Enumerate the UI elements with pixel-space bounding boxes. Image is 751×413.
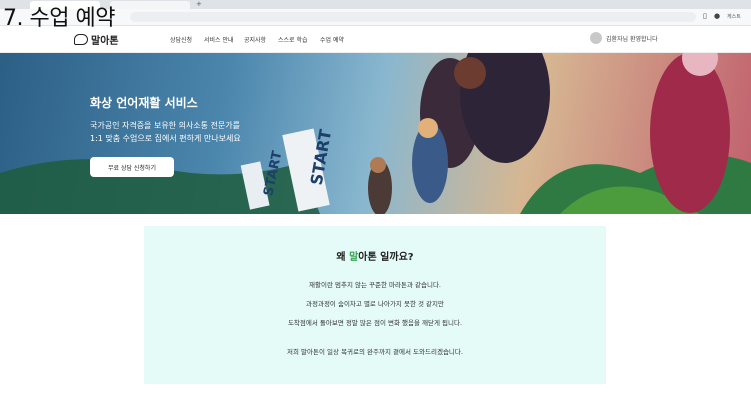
main-nav: 상담신청 서비스 안내 공지사항 스스로 학습 수업 예약 xyxy=(170,35,354,44)
profile-label[interactable]: 게스트 xyxy=(727,13,741,20)
why-line: 저희 말아톤이 일상 복귀로의 완주까지 곁에서 도와드리겠습니다. xyxy=(287,348,463,356)
nav-item-service[interactable]: 서비스 안내 xyxy=(204,35,244,44)
user-greeting: 김환자님 환영합니다 xyxy=(606,35,658,43)
why-section: 왜 말아톤 일까요? 재활이란 멈추지 않는 꾸준한 마라톤과 같습니다. 과정… xyxy=(144,226,606,384)
free-consult-button[interactable]: 무료 상담 신청하기 xyxy=(90,157,174,177)
nav-item-notice[interactable]: 공지사항 xyxy=(244,35,278,44)
nav-item-consult[interactable]: 상담신청 xyxy=(170,35,204,44)
why-line: 재활이란 멈추지 않는 꾸준한 마라톤과 같습니다. xyxy=(309,281,441,289)
profile-icon[interactable]: ● xyxy=(714,12,720,20)
site-logo[interactable]: 말아톤 xyxy=(74,32,119,47)
sidebar-icon[interactable]: ▯ xyxy=(703,12,707,20)
speech-bubble-icon xyxy=(74,34,88,45)
why-line: 도착점에서 돌아보면 정말 많은 점이 변화 했음을 깨닫게 됩니다. xyxy=(287,319,463,327)
why-title-accent: 말 xyxy=(349,252,359,263)
why-title: 왜 말아톤 일까요? xyxy=(144,248,606,263)
why-title-prefix: 왜 xyxy=(336,252,350,263)
video-overlay-title: 7. 수업 예약 xyxy=(3,6,115,31)
url-input[interactable] xyxy=(130,12,696,22)
browser-tab[interactable] xyxy=(110,1,190,9)
why-title-suffix: 아톤 일까요? xyxy=(358,252,414,263)
hero-subtitle-line2: 1:1 맞춤 수업으로 집에서 편하게 만나보세요 xyxy=(90,134,241,143)
nav-item-self-study[interactable]: 스스로 학습 xyxy=(278,35,320,44)
user-menu[interactable]: 김환자님 환영합니다 xyxy=(590,32,658,44)
hero-banner: START START 화상 언어재활 서비스 국가공인 자격증을 보유한 의사… xyxy=(0,53,751,214)
logo-text: 말아톤 xyxy=(91,36,119,47)
avatar xyxy=(590,32,602,44)
hero-title: 화상 언어재활 서비스 xyxy=(90,96,198,110)
new-tab-icon[interactable]: + xyxy=(196,0,202,8)
hero-subtitle-line1: 국가공인 자격증을 보유한 의사소통 전문가를 xyxy=(90,121,241,130)
nav-item-booking[interactable]: 수업 예약 xyxy=(320,35,354,44)
why-line: 과정과정이 숨이차고 별로 나아가지 못한 것 같지만 xyxy=(306,300,444,308)
